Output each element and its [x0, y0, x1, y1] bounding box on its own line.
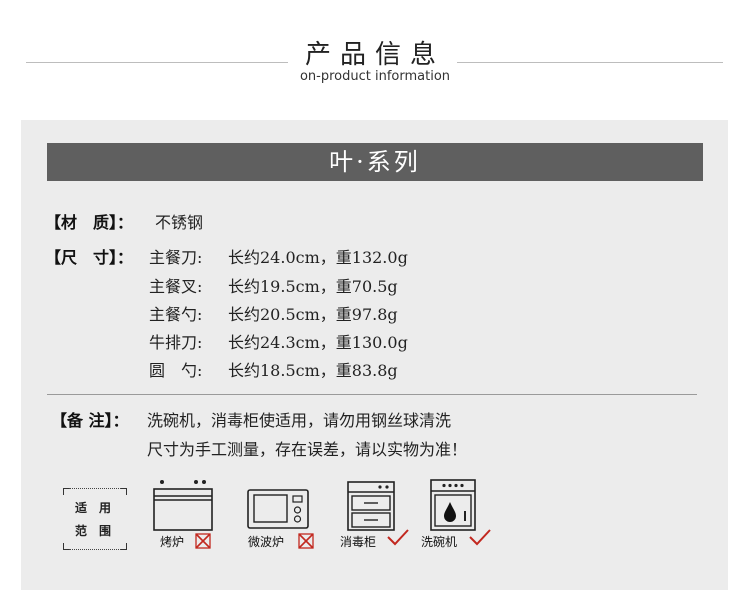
size-item-name: 主餐勺:	[149, 305, 203, 324]
oven-label: 烤炉	[160, 535, 185, 549]
size-label: 【尺 寸】：	[45, 248, 134, 267]
cross-icon	[195, 533, 211, 549]
material-value: 不锈钢	[155, 213, 204, 232]
series-banner: 叶·系列	[47, 143, 703, 181]
size-item-name: 牛排刀:	[149, 333, 203, 352]
size-item-name: 主餐叉:	[149, 277, 203, 296]
sterilizer-cabinet-icon	[347, 481, 395, 531]
size-item-name: 圆 勺:	[149, 361, 203, 380]
size-item-spec: 长约20.5cm，重97.8g	[228, 305, 398, 324]
applicable-frame: 适 用 范 围	[63, 488, 127, 550]
size-item-spec: 长约24.0cm，重132.0g	[228, 248, 408, 267]
size-item-spec: 长约24.3cm，重130.0g	[228, 333, 408, 352]
applicable-label-2: 范 围	[75, 524, 112, 538]
material-label: 【材 质】：	[45, 213, 134, 232]
page-subtitle: on-product information	[299, 69, 451, 84]
applicable-label-1: 适 用	[75, 501, 112, 515]
microwave-label: 微波炉	[248, 535, 285, 549]
dishwasher-icon	[430, 479, 476, 531]
sterilizer-cabinet-label: 消毒柜	[340, 535, 377, 549]
divider	[47, 394, 697, 395]
size-item-spec: 长约18.5cm，重83.8g	[228, 361, 398, 380]
size-item-name: 主餐刀:	[149, 248, 203, 267]
notes-label: 【备 注】：	[51, 411, 129, 430]
dishwasher-label: 洗碗机	[421, 535, 458, 549]
oven-icon	[153, 480, 213, 531]
cross-icon	[298, 533, 314, 549]
notes-line-1: 洗碗机，消毒柜使适用，请勿用钢丝球清洗	[147, 411, 452, 430]
size-item-spec: 长约19.5cm，重70.5g	[228, 277, 398, 296]
product-info-panel: 叶·系列 【材 质】： 不锈钢 【尺 寸】： 主餐刀: 长约24.0cm，重13…	[21, 120, 728, 590]
page-title: 产品信息	[304, 40, 445, 70]
check-icon	[469, 529, 491, 546]
notes-line-2: 尺寸为手工测量，存在误差，请以实物为准！	[147, 440, 468, 459]
microwave-icon	[247, 489, 309, 529]
check-icon	[387, 529, 409, 546]
